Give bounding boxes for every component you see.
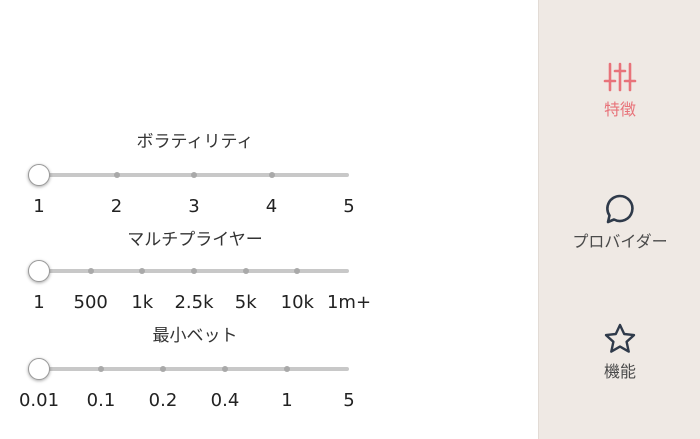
min-bet-title: 最小ベット — [152, 326, 238, 346]
volatility-title: ボラティリティ — [136, 132, 254, 152]
volatility-tick — [268, 172, 275, 178]
filter-sidebar: 特徴 プロバイダー 機能 — [538, 0, 700, 439]
multiplier-slider-thumb[interactable] — [28, 260, 50, 282]
min-bet-label: 0.01 — [18, 390, 60, 411]
sliders-icon — [603, 62, 637, 92]
min-bet-tick — [284, 366, 290, 372]
sidebar-item-label: 特徴 — [603, 100, 636, 119]
min-bet-label: 5 — [343, 390, 355, 411]
min-bet-tick — [160, 366, 166, 372]
volatility-tick — [191, 172, 197, 178]
sidebar-item-functions[interactable]: 機能 — [539, 322, 700, 382]
sidebar-item-providers[interactable]: プロバイダー — [539, 192, 700, 252]
min-bet-slider-thumb[interactable] — [28, 358, 50, 380]
volatility-label: 1 — [33, 196, 45, 217]
multiplier-label: 500 — [73, 292, 108, 313]
volatility-tick — [113, 172, 120, 178]
multiplier-tick — [87, 268, 94, 274]
volatility-slider-thumb[interactable] — [28, 164, 50, 186]
min-bet-label: 0.2 — [148, 390, 178, 411]
speech-bubble-icon — [606, 194, 634, 224]
min-bet-label: 1 — [281, 390, 293, 411]
volatility-label: 4 — [265, 196, 278, 217]
multiplier-label: 5k — [234, 292, 257, 313]
min-bet-tick — [98, 366, 104, 372]
min-bet-label: 0.1 — [86, 390, 116, 411]
volatility-label: 5 — [343, 196, 355, 217]
multiplier-tick — [294, 268, 301, 274]
min-bet-slider-track[interactable] — [39, 367, 349, 371]
multiplier-label: 1k — [131, 292, 154, 313]
volatility-label: 3 — [188, 196, 200, 217]
multiplier-label: 2.5k — [174, 292, 214, 313]
multiplier-label: 1m+ — [326, 292, 372, 313]
multiplier-tick — [242, 268, 249, 274]
multiplier-label: 10k — [280, 292, 314, 313]
min-bet-label: 0.4 — [210, 390, 240, 411]
sidebar-item-features[interactable]: 特徴 — [539, 60, 700, 120]
multiplier-title: マルチプライヤー — [127, 230, 263, 250]
sidebar-item-label: 機能 — [603, 362, 636, 381]
sidebar-item-label: プロバイダー — [572, 232, 668, 251]
multiplier-label: 1 — [33, 292, 45, 313]
volatility-label: 2 — [110, 196, 123, 217]
multiplier-tick — [139, 268, 146, 274]
star-outline-icon — [604, 323, 636, 353]
multiplier-tick — [191, 268, 197, 274]
min-bet-tick — [222, 366, 228, 372]
